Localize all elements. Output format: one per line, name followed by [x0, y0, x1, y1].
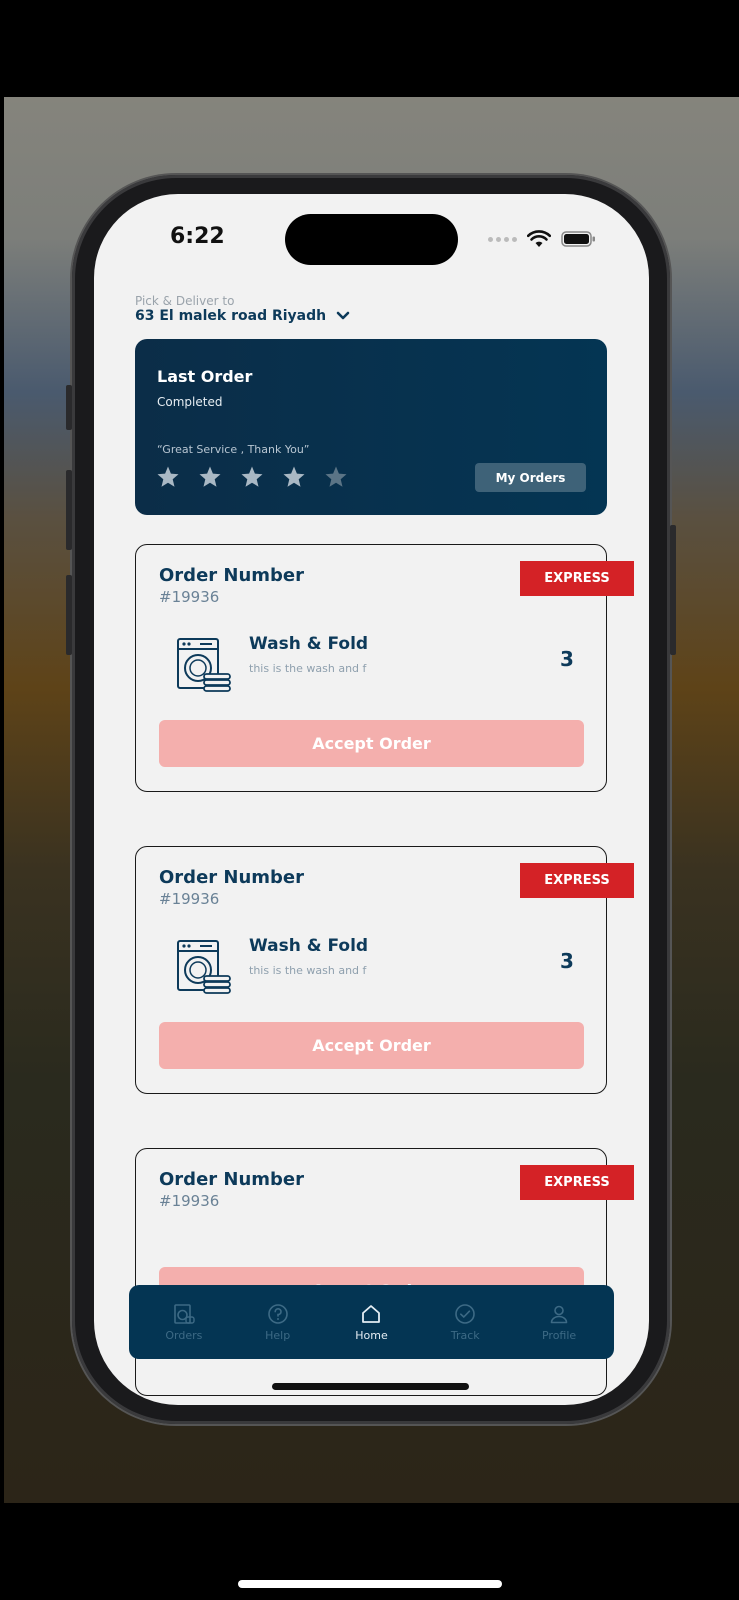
order-card: Order Number #19936 EXPRESS Wash & Fold … [135, 846, 634, 1094]
phone-power-button [670, 525, 676, 655]
washing-machine-icon [177, 638, 231, 692]
address-text: 63 El malek road Riyadh [135, 308, 327, 324]
status-icons [488, 230, 597, 248]
home-indicator [272, 1383, 469, 1390]
track-icon [455, 1303, 476, 1324]
order-title: Order Number [159, 867, 305, 888]
home-icon [362, 1304, 381, 1323]
dynamic-island [285, 214, 458, 265]
tab-track[interactable]: Track [425, 1303, 505, 1342]
order-quantity: 3 [560, 949, 574, 973]
accept-order-button[interactable]: Accept Order [159, 1022, 584, 1069]
star-icon [241, 466, 263, 487]
tab-label: Track [450, 1328, 480, 1342]
last-order-review: “Great Service , Thank You” [157, 443, 310, 456]
tab-help[interactable]: Help [238, 1303, 318, 1342]
status-time: 6:22 [170, 224, 225, 249]
wifi-icon [527, 230, 551, 247]
tab-label: Home [355, 1328, 388, 1342]
signal-dots-icon [488, 236, 517, 242]
chevron-down-icon[interactable] [336, 311, 350, 321]
tab-label: Profile [541, 1328, 577, 1342]
order-quantity: 3 [560, 647, 574, 671]
tab-label: Help [265, 1328, 291, 1342]
phone-volume-up-button [66, 470, 72, 550]
tab-home[interactable]: Home [331, 1303, 411, 1342]
last-order-title: Last Order [157, 367, 253, 386]
phone-action-button [66, 385, 72, 430]
order-number: #19936 [159, 1192, 220, 1210]
help-icon [267, 1303, 288, 1324]
service-name: Wash & Fold [249, 936, 369, 956]
accept-order-button[interactable]: Accept Order [159, 720, 584, 767]
order-number: #19936 [159, 588, 220, 606]
service-name: Wash & Fold [249, 634, 369, 654]
system-home-indicator [238, 1580, 502, 1588]
star-icon [199, 466, 221, 487]
my-orders-button[interactable]: My Orders [475, 463, 586, 492]
star-icon [283, 466, 305, 487]
order-title: Order Number [159, 1169, 305, 1190]
deliver-label: Pick & Deliver to [135, 294, 235, 308]
tab-profile[interactable]: Profile [519, 1303, 599, 1342]
star-rating [156, 465, 348, 489]
express-badge: EXPRESS [520, 863, 634, 898]
last-order-card: Last Order Completed “Great Service , Th… [135, 339, 607, 515]
phone-volume-down-button [66, 575, 72, 655]
bottom-tab-bar: Orders Help Home Track Profile [129, 1285, 614, 1359]
express-badge: EXPRESS [520, 1165, 634, 1200]
express-badge: EXPRESS [520, 561, 634, 596]
order-number: #19936 [159, 890, 220, 908]
battery-icon [561, 231, 595, 247]
order-title: Order Number [159, 565, 305, 586]
washing-machine-icon [177, 940, 231, 994]
order-card: Order Number #19936 EXPRESS Wash & Fold … [135, 544, 634, 792]
service-description: this is the wash and f [249, 964, 367, 977]
tab-label: Orders [165, 1328, 203, 1342]
star-icon [325, 466, 347, 487]
star-icon [157, 466, 179, 487]
app-screen: 6:22 Pick & Deliver to 63 El malek road … [94, 194, 649, 1405]
orders-icon [174, 1303, 195, 1324]
tab-orders[interactable]: Orders [144, 1303, 224, 1342]
profile-icon [550, 1305, 568, 1323]
service-description: this is the wash and f [249, 662, 367, 675]
last-order-status: Completed [157, 395, 223, 409]
address-selector[interactable]: 63 El malek road Riyadh [135, 308, 350, 324]
